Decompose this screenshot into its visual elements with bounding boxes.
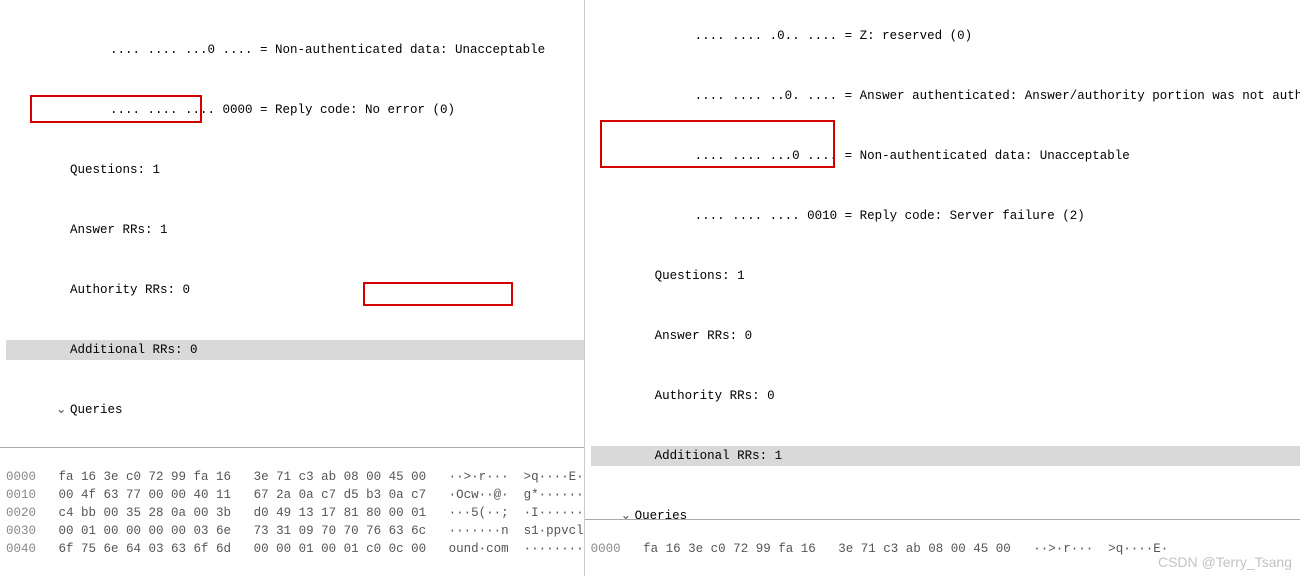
right-tree[interactable]: .... .... .0.. .... = Z: reserved (0) ..…	[585, 0, 1300, 519]
flag-row-partial[interactable]: .... .... .0.. .... = Z: reserved (0)	[591, 26, 1300, 46]
questions-count[interactable]: Questions: 1	[591, 266, 1300, 286]
flag-row[interactable]: .... .... ...0 .... = Non-authenticated …	[591, 146, 1300, 166]
queries-node[interactable]: ⌄Queries	[6, 400, 584, 420]
left-tree[interactable]: .... .... ...0 .... = Non-authenticated …	[0, 0, 584, 447]
flag-row[interactable]: .... .... .... 0000 = Reply code: No err…	[6, 100, 584, 120]
authority-rrs-count[interactable]: Authority RRs: 0	[591, 386, 1300, 406]
additional-rrs-count[interactable]: Additional RRs: 0	[6, 340, 584, 360]
left-hexdump[interactable]: 0000 fa 16 3e c0 72 99 fa 16 3e 71 c3 ab…	[0, 447, 584, 576]
flag-row[interactable]: .... .... ..0. .... = Answer authenticat…	[591, 86, 1300, 106]
right-hexdump[interactable]: 0000 fa 16 3e c0 72 99 fa 16 3e 71 c3 ab…	[585, 519, 1300, 576]
answer-rrs-count[interactable]: Answer RRs: 0	[591, 326, 1300, 346]
queries-node[interactable]: ⌄Queries	[591, 506, 1300, 519]
right-pane: .... .... .0.. .... = Z: reserved (0) ..…	[584, 0, 1300, 576]
questions-count[interactable]: Questions: 1	[6, 160, 584, 180]
flag-row[interactable]: .... .... .... 0010 = Reply code: Server…	[591, 206, 1300, 226]
additional-rrs-count[interactable]: Additional RRs: 1	[591, 446, 1300, 466]
left-pane: .... .... ...0 .... = Non-authenticated …	[0, 0, 584, 576]
chevron-down-icon[interactable]: ⌄	[56, 400, 70, 420]
answer-rrs-count[interactable]: Answer RRs: 1	[6, 220, 584, 240]
chevron-down-icon[interactable]: ⌄	[621, 506, 635, 519]
authority-rrs-count[interactable]: Authority RRs: 0	[6, 280, 584, 300]
flag-row[interactable]: .... .... ...0 .... = Non-authenticated …	[6, 40, 584, 60]
